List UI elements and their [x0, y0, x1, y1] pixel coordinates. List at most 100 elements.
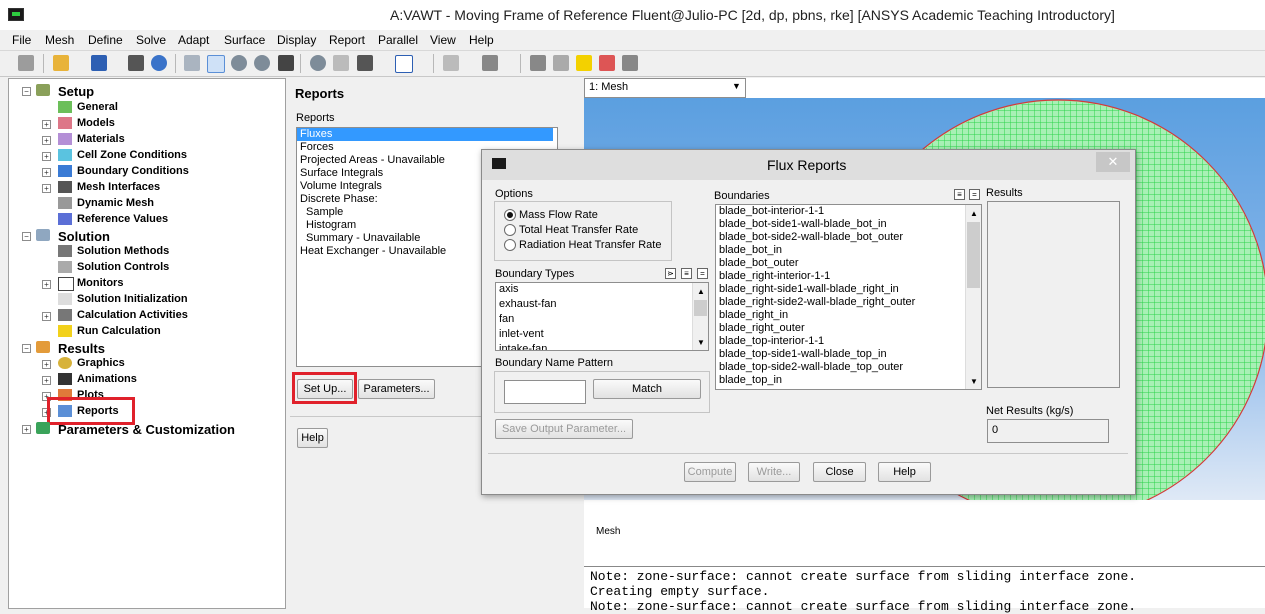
scroll-down-icon[interactable]: ▼	[970, 375, 978, 388]
list-item[interactable]: blade_top-interior-1-1	[716, 335, 981, 348]
results-list[interactable]	[987, 201, 1120, 388]
deselect-all-icon[interactable]: =	[969, 189, 980, 200]
tree-graphics[interactable]: Graphics	[77, 357, 125, 369]
list-item[interactable]: blade_bot-interior-1-1	[716, 205, 981, 218]
save-output-parameter-button[interactable]: Save Output Parameter...	[495, 419, 633, 439]
tree-reference-values[interactable]: Reference Values	[77, 213, 168, 225]
scroll-down-icon[interactable]: ▼	[697, 336, 705, 349]
scroll-up-icon[interactable]: ▲	[970, 207, 978, 220]
radiation-heat-transfer-rate-radio[interactable]	[504, 239, 516, 251]
menu-surface[interactable]: Surface	[224, 33, 265, 47]
tree-monitors[interactable]: Monitors	[77, 277, 123, 289]
expand-icon[interactable]: +	[42, 360, 51, 369]
tree-materials[interactable]: Materials	[77, 133, 125, 145]
tree-solution[interactable]: Solution	[58, 229, 110, 244]
help-button[interactable]: Help	[297, 428, 328, 448]
dialog-help-button[interactable]: Help	[878, 462, 931, 482]
help-circle-icon[interactable]	[151, 55, 167, 71]
tree-run-calculation[interactable]: Run Calculation	[77, 325, 161, 337]
list-item[interactable]: blade_right_in	[716, 309, 981, 322]
collapse-icon[interactable]: −	[22, 87, 31, 96]
list-item[interactable]: intake-fan	[496, 343, 708, 350]
expand-icon[interactable]: +	[42, 168, 51, 177]
menu-display[interactable]: Display	[277, 33, 316, 47]
mass-flow-rate-radio[interactable]	[504, 209, 516, 221]
menu-define[interactable]: Define	[88, 33, 123, 47]
select-all-icon[interactable]: ≡	[681, 268, 692, 279]
close-icon[interactable]: ✕	[1096, 152, 1130, 172]
pan-icon[interactable]	[207, 55, 225, 73]
menu-file[interactable]: File	[12, 33, 31, 47]
tree-calculation-activities[interactable]: Calculation Activities	[77, 309, 188, 321]
console[interactable]: Note: zone-surface: cannot create surfac…	[584, 566, 1265, 614]
select-all-icon[interactable]: ≡	[954, 189, 965, 200]
list-item[interactable]: blade_bot_outer	[716, 257, 981, 270]
scroll-thumb[interactable]	[694, 300, 707, 316]
scroll-thumb[interactable]	[967, 222, 980, 288]
graphics-window-icon[interactable]	[18, 55, 34, 71]
list-item-fluxes[interactable]: Fluxes	[297, 128, 553, 141]
expand-icon[interactable]: +	[42, 376, 51, 385]
zoom-fit-icon[interactable]	[310, 55, 326, 71]
expand-icon[interactable]: +	[22, 425, 31, 434]
tree-dynamic-mesh[interactable]: Dynamic Mesh	[77, 197, 154, 209]
collapse-icon[interactable]: −	[22, 232, 31, 241]
probe-icon[interactable]	[278, 55, 294, 71]
menu-solve[interactable]: Solve	[136, 33, 166, 47]
list-item[interactable]: inlet-vent	[496, 328, 708, 341]
menu-help[interactable]: Help	[469, 33, 494, 47]
list-item[interactable]: blade_top-side1-wall-blade_top_in	[716, 348, 981, 361]
tree-models[interactable]: Models	[77, 117, 115, 129]
parameters-button[interactable]: Parameters...	[358, 379, 435, 399]
expand-icon[interactable]: +	[42, 120, 51, 129]
list-item[interactable]: blade_top-side2-wall-blade_top_outer	[716, 361, 981, 374]
ansys-logo-icon[interactable]	[576, 55, 592, 71]
scrollbar[interactable]: ▲ ▼	[692, 283, 708, 350]
tree-cell-zone-conditions[interactable]: Cell Zone Conditions	[77, 149, 187, 161]
orient-icon[interactable]	[333, 55, 349, 71]
stop-icon[interactable]	[530, 55, 546, 71]
expand-icon[interactable]: +	[42, 136, 51, 145]
list-item[interactable]: blade_right-interior-1-1	[716, 270, 981, 283]
tree-mesh-interfaces[interactable]: Mesh Interfaces	[77, 181, 160, 193]
shade-icon[interactable]	[482, 55, 498, 71]
camera-icon[interactable]	[128, 55, 144, 71]
refresh-icon[interactable]	[553, 55, 569, 71]
scrollbar[interactable]: ▲ ▼	[965, 205, 981, 389]
list-item[interactable]: blade_bot_in	[716, 244, 981, 257]
list-item[interactable]: blade_right_outer	[716, 322, 981, 335]
list-item[interactable]: blade_bot-side1-wall-blade_bot_in	[716, 218, 981, 231]
tree-animations[interactable]: Animations	[77, 373, 137, 385]
expand-icon[interactable]: +	[42, 184, 51, 193]
list-item[interactable]: blade_right-side1-wall-blade_right_in	[716, 283, 981, 296]
list-item[interactable]: fan	[496, 313, 708, 326]
filter-icon[interactable]: ⋗	[665, 268, 676, 279]
graphics-window-select[interactable]: 1: Mesh ▼	[584, 78, 746, 98]
tree-setup[interactable]: Setup	[58, 84, 94, 99]
tree-results[interactable]: Results	[58, 341, 105, 356]
boundary-name-pattern-input[interactable]	[504, 380, 586, 404]
total-heat-transfer-rate-radio[interactable]	[504, 224, 516, 236]
expand-icon[interactable]: +	[42, 312, 51, 321]
tree-parameters-customization[interactable]: Parameters & Customization	[58, 422, 235, 437]
list-item[interactable]: blade_right-side2-wall-blade_right_outer	[716, 296, 981, 309]
tree-boundary-conditions[interactable]: Boundary Conditions	[77, 165, 189, 177]
list-item[interactable]: blade_top_in	[716, 374, 981, 387]
menu-view[interactable]: View	[430, 33, 456, 47]
deselect-all-icon[interactable]: =	[697, 268, 708, 279]
menu-report[interactable]: Report	[329, 33, 365, 47]
close-button[interactable]: Close	[813, 462, 866, 482]
view-icon[interactable]	[443, 55, 459, 71]
rotate-icon[interactable]	[184, 55, 200, 71]
boundaries-list[interactable]: blade_bot-interior-1-1 blade_bot-side1-w…	[715, 204, 982, 390]
collapse-icon[interactable]: −	[22, 344, 31, 353]
list-item[interactable]: axis	[496, 283, 708, 296]
list-item[interactable]: exhaust-fan	[496, 298, 708, 311]
match-button[interactable]: Match	[593, 379, 701, 399]
write-button[interactable]: Write...	[748, 462, 800, 482]
menu-mesh[interactable]: Mesh	[45, 33, 74, 47]
expand-icon[interactable]: +	[42, 280, 51, 289]
tree-solution-initialization[interactable]: Solution Initialization	[77, 293, 188, 305]
scroll-up-icon[interactable]: ▲	[697, 285, 705, 298]
menu-parallel[interactable]: Parallel	[378, 33, 418, 47]
